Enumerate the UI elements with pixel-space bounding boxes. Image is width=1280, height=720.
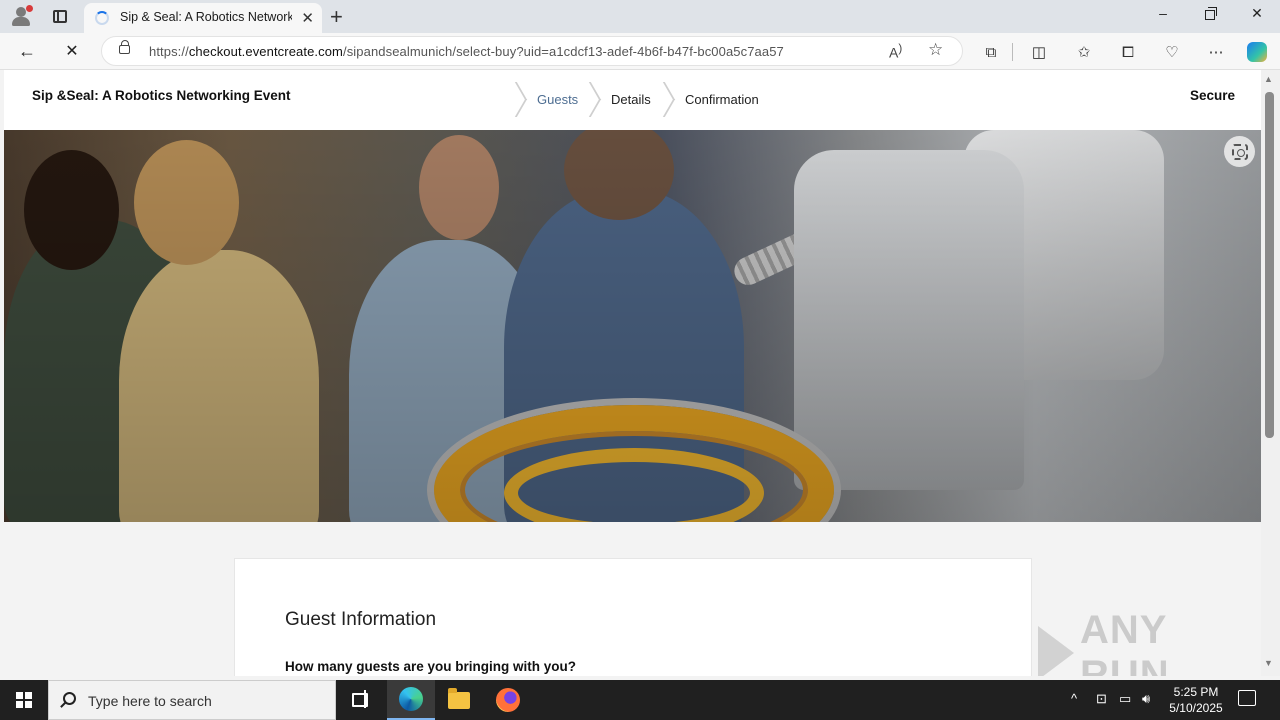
show-hidden-icons-chevron-icon[interactable]: ^ <box>1071 691 1077 706</box>
split-screen-icon[interactable]: ◫ <box>1027 40 1051 64</box>
edge-icon <box>399 687 423 711</box>
firefox-taskbar-button[interactable] <box>484 680 532 720</box>
browser-tab[interactable]: Sip & Seal: A Robotics Networking Event … <box>84 3 322 33</box>
scroll-down-icon[interactable]: ▼ <box>1264 658 1273 668</box>
profile-icon[interactable] <box>8 5 34 27</box>
address-bar[interactable]: https://checkout.eventcreate.com/sipands… <box>101 36 963 66</box>
task-view-icon <box>352 690 368 708</box>
minimize-window-button[interactable]: – <box>1140 5 1186 21</box>
guest-information-card: Guest Information How many guests are yo… <box>234 558 1032 676</box>
search-icon <box>63 692 76 705</box>
breadcrumb-chevron-icon <box>588 82 602 116</box>
checkout-header: Sip &Seal: A Robotics Networking Event G… <box>4 70 1261 130</box>
notifications-icon[interactable] <box>1238 690 1256 706</box>
stop-loading-icon[interactable]: ✕ <box>58 39 86 63</box>
lock-icon[interactable] <box>119 40 130 54</box>
search-placeholder: Type here to search <box>88 693 212 709</box>
anyrun-watermark: ANY RUN <box>1038 608 1261 676</box>
url-text[interactable]: https://checkout.eventcreate.com/sipands… <box>149 44 784 59</box>
breadcrumb-guests[interactable]: Guests <box>537 92 578 107</box>
restore-window-button[interactable] <box>1187 5 1233 21</box>
play-icon <box>1038 626 1074 676</box>
card-title: Guest Information <box>285 609 437 630</box>
breadcrumb-chevron-icon <box>514 82 528 116</box>
breadcrumb-confirmation[interactable]: Confirmation <box>685 92 759 107</box>
network-icon[interactable]: ▭ <box>1119 691 1131 707</box>
device-icon[interactable]: ⊡ <box>1096 691 1107 707</box>
new-tab-icon[interactable]: + <box>330 4 343 30</box>
more-menu-icon[interactable]: ⋯ <box>1204 40 1228 64</box>
windows-taskbar: Type here to search ^ ⊡ ▭ 🔊︎ 5:25 PM 5/1… <box>0 680 1280 720</box>
system-clock[interactable]: 5:25 PM 5/10/2025 <box>1166 684 1226 716</box>
breadcrumb-chevron-icon <box>662 82 676 116</box>
volume-icon[interactable]: 🔊︎ <box>1142 691 1150 707</box>
scroll-up-icon[interactable]: ▲ <box>1264 74 1273 84</box>
page-scrollbar[interactable]: ▲ ▼ <box>1261 70 1280 676</box>
firefox-icon <box>496 688 520 712</box>
page-viewport: Sip &Seal: A Robotics Networking Event G… <box>4 70 1261 676</box>
tab-actions-icon[interactable] <box>47 5 73 27</box>
read-aloud-icon[interactable]: A) <box>889 42 902 61</box>
favorites-icon[interactable]: ✩ <box>1072 40 1096 64</box>
browser-toolbar: ← ✕ https://checkout.eventcreate.com/sip… <box>0 33 1280 70</box>
edge-taskbar-button[interactable] <box>387 680 435 720</box>
favorite-star-icon[interactable]: ☆ <box>928 40 943 60</box>
event-title: Sip &Seal: A Robotics Networking Event <box>32 88 291 103</box>
browser-essentials-icon[interactable]: ♡ <box>1160 40 1184 64</box>
loading-spinner-icon <box>95 11 109 25</box>
collections-icon[interactable]: ⧠ <box>1116 40 1140 64</box>
back-arrow-icon[interactable]: ← <box>13 39 41 63</box>
visual-search-icon[interactable] <box>1224 136 1255 167</box>
breadcrumb-details[interactable]: Details <box>611 92 651 107</box>
close-tab-icon[interactable]: ✕ <box>301 9 314 27</box>
task-view-button[interactable] <box>336 680 384 720</box>
copilot-icon[interactable] <box>1245 40 1269 64</box>
file-explorer-taskbar-button[interactable] <box>435 680 483 720</box>
hero-image <box>4 130 1261 522</box>
secure-label: Secure <box>1190 88 1236 103</box>
tab-title: Sip & Seal: A Robotics Networking Event <box>120 10 292 24</box>
folder-icon <box>448 687 470 709</box>
toolbar-divider <box>1012 43 1013 61</box>
windows-logo-icon <box>16 692 32 708</box>
extensions-icon[interactable]: ⧉ <box>979 40 1003 64</box>
clock-date: 5/10/2025 <box>1169 701 1223 715</box>
clock-time: 5:25 PM <box>1173 685 1219 699</box>
start-button[interactable] <box>0 680 48 720</box>
guest-count-question: How many guests are you bringing with yo… <box>285 659 577 674</box>
taskbar-search-box[interactable]: Type here to search <box>48 680 336 720</box>
browser-tab-bar: Sip & Seal: A Robotics Networking Event … <box>0 0 1280 33</box>
scrollbar-thumb[interactable] <box>1265 92 1274 438</box>
close-window-button[interactable]: ✕ <box>1234 5 1280 22</box>
